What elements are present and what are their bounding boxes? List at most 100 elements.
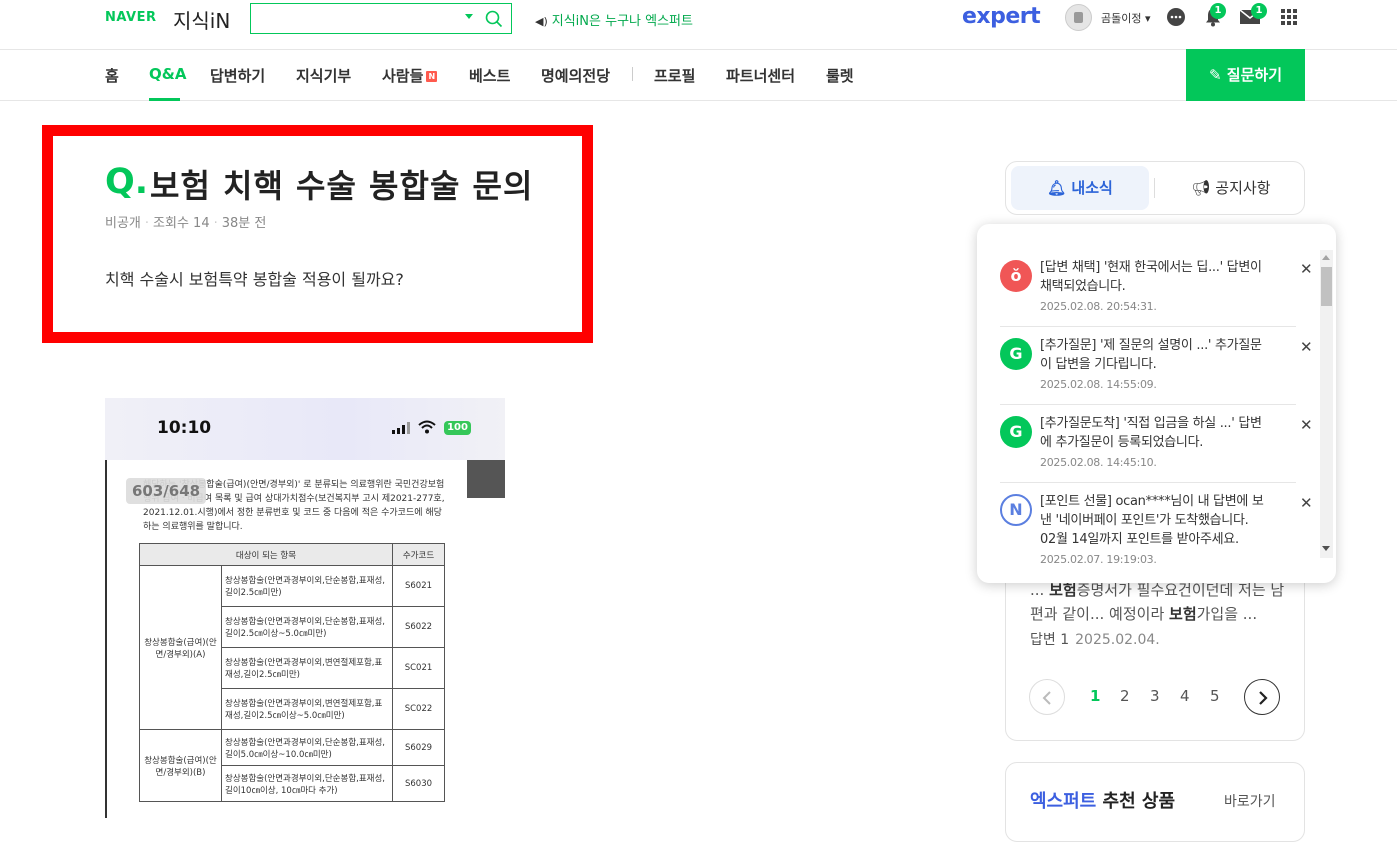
pager-page-1[interactable]: 1 [1090, 687, 1100, 705]
battery-indicator: 100 [444, 421, 471, 435]
nav-profile[interactable]: 프로필 [654, 65, 695, 86]
bell-icon: 🔔︎ [1047, 179, 1072, 197]
wifi-icon [418, 420, 436, 434]
table-group-label: 창상봉합술(급여)(안면/경부외)(A) [139, 565, 222, 730]
nav-active-indicator [149, 98, 180, 101]
table-code: SC021 [392, 647, 445, 689]
table-code: S6022 [392, 606, 445, 648]
additional-question-icon: G [1000, 416, 1032, 448]
related-question-snippet[interactable]: ... 보험증명서가 필수요건이던데 저는 남편과 같이... 예정이라 보험가… [1030, 578, 1285, 626]
nav-donation[interactable]: 지식기부 [296, 65, 351, 86]
chevron-right-icon [1259, 691, 1268, 705]
divider [1000, 326, 1296, 327]
expert-logo[interactable]: expert [962, 4, 1041, 29]
pager-page-2[interactable]: 2 [1120, 687, 1130, 705]
page-counter: 603/648 [126, 478, 207, 504]
notification-item[interactable]: G [추가질문도착] '직접 입금을 하실 ...' 답변에 추가질문이 등록되… [1000, 412, 1313, 490]
nav-divider [632, 67, 633, 81]
chat-icon[interactable] [1165, 6, 1187, 28]
megaphone-icon: 📢︎ [1191, 179, 1216, 197]
ask-question-button[interactable]: ✎ 질문하기 [1186, 49, 1305, 101]
notification-item[interactable]: G [추가질문] '제 질문의 설명이 ...' 추가질문이 답변을 기다립니다… [1000, 334, 1313, 412]
code-table: 대상이 되는 항목 수가코드 창상봉합술(급여)(안면/경부외)(A) 창상봉합… [139, 543, 445, 802]
nav-roulette[interactable]: 룰렛 [826, 65, 854, 86]
notification-time: 2025.02.07. 19:19:03. [1040, 553, 1157, 566]
nav-qna[interactable]: Q&A [149, 65, 186, 83]
adopt-icon: ŏ [1000, 260, 1032, 292]
kin-logo[interactable]: 지식iN [173, 5, 230, 34]
question-meta: 비공개 · 조회수 14 · 38분 전 [105, 216, 267, 231]
divider [1000, 482, 1296, 483]
naver-logo[interactable]: NAVER [105, 10, 157, 25]
image-gray-block [467, 460, 505, 498]
table-code: SC022 [392, 688, 445, 730]
visibility-label: 비공개 [105, 216, 141, 231]
question-highlight-box [42, 125, 593, 343]
table-header: 대상이 되는 항목 [139, 543, 393, 566]
table-row: 창상봉합술(급여)(안면/경부외)(A) 창상봉합술(안면과경부이외,단순봉합,… [139, 565, 445, 730]
username-menu[interactable]: 곰돌이정 ▾ [1101, 10, 1151, 26]
tab-divider [1154, 178, 1155, 198]
notification-count-badge: 1 [1210, 3, 1226, 19]
sidebar-tabs: 🔔︎ 내소식 📢︎ 공지사항 [1005, 161, 1305, 215]
top-bar: NAVER 지식iN ◀) 지식iN은 누구나 엑스퍼트 expert 곰돌이정 … [0, 0, 1397, 50]
table-header: 수가코드 [392, 543, 445, 566]
table-code: S6029 [392, 729, 445, 766]
naverpay-point-icon: N [1000, 494, 1032, 526]
nav-best[interactable]: 베스트 [469, 65, 510, 86]
expert-recommend-title: 엑스퍼트 추천 상품 [1030, 791, 1176, 812]
post-time: 38분 전 [221, 216, 267, 231]
avatar[interactable] [1065, 4, 1092, 31]
table-cell: 창상봉합술(안면과경부이외,단순봉합,표재성,길이10㎝이상, 10㎝마다 추가… [221, 765, 393, 802]
answer-date: 2025.02.04. [1075, 632, 1160, 648]
notification-text: [포인트 선물] ocan****님이 내 답변에 보낸 '네이버페이 포인트'… [1040, 494, 1264, 547]
close-icon[interactable]: ✕ [1300, 416, 1313, 434]
mail-count-badge: 1 [1251, 3, 1267, 19]
close-icon[interactable]: ✕ [1300, 494, 1313, 512]
popup-scrollbar-thumb[interactable] [1321, 267, 1332, 306]
scroll-up-icon[interactable] [1322, 255, 1330, 260]
notification-text: [추가질문] '제 질문의 설명이 ...' 추가질문이 답변을 기다립니다. [1040, 338, 1262, 372]
pager-page-5[interactable]: 5 [1210, 687, 1220, 705]
pager-prev-button[interactable] [1029, 679, 1065, 715]
notification-time: 2025.02.08. 20:54:31. [1040, 300, 1157, 313]
pager-page-4[interactable]: 4 [1180, 687, 1190, 705]
table-row: 창상봉합술(급여)(안면/경부외)(B) 창상봉합술(안면과경부이외,단순봉합,… [139, 729, 445, 802]
notification-time: 2025.02.08. 14:45:10. [1040, 456, 1157, 469]
phone-status-bar: 10:10 100 [105, 398, 505, 460]
notification-text: [답변 채택] '현재 한국에서는 딥...' 답변이 채택되었습니다. [1040, 260, 1262, 294]
table-code: S6030 [392, 765, 445, 802]
question-mark: Q. [105, 162, 149, 202]
tab-notice[interactable]: 📢︎ 공지사항 [1166, 166, 1296, 210]
apps-grid-icon[interactable] [1278, 6, 1300, 28]
nav-home[interactable]: 홈 [105, 65, 119, 86]
search-input[interactable] [250, 3, 512, 34]
question-title: 보험 치핵 수술 봉합술 문의 [150, 167, 534, 205]
notification-item[interactable]: ŏ [답변 채택] '현재 한국에서는 딥...' 답변이 채택되었습니다. 2… [1000, 256, 1313, 334]
notification-text: [추가질문도착] '직접 입금을 하실 ...' 답변에 추가질문이 등록되었습… [1040, 416, 1262, 450]
nav-people[interactable]: 사람들 N [382, 65, 438, 86]
new-badge: N [426, 71, 438, 82]
nav-partner-center[interactable]: 파트너센터 [726, 65, 795, 86]
image-left-rule [105, 460, 107, 818]
pager-page-3[interactable]: 3 [1150, 687, 1160, 705]
close-icon[interactable]: ✕ [1300, 260, 1313, 278]
phone-time: 10:10 [157, 418, 212, 438]
pager-next-button[interactable] [1244, 679, 1280, 715]
notification-popup: ŏ [답변 채택] '현재 한국에서는 딥...' 답변이 채택되었습니다. 2… [977, 224, 1336, 583]
table-group-label: 창상봉합술(급여)(안면/경부외)(B) [139, 729, 222, 802]
slogan-link[interactable]: ◀) 지식iN은 누구나 엑스퍼트 [535, 10, 693, 29]
expert-more-link[interactable]: 바로가기 [1224, 791, 1276, 811]
notification-item[interactable]: N [포인트 선물] ocan****님이 내 답변에 보낸 '네이버페이 포인… [1000, 490, 1313, 568]
nav-hall-of-fame[interactable]: 명예의전당 [541, 65, 610, 86]
search-dropdown-icon[interactable] [465, 14, 473, 19]
nav-answer[interactable]: 답변하기 [210, 65, 265, 86]
table-cell: 창상봉합술(안면과경부이외,변연절제포함,표재성,길이2.5㎝미만) [221, 647, 393, 689]
search-icon[interactable] [485, 10, 503, 28]
scroll-down-icon[interactable] [1322, 546, 1330, 551]
pencil-icon: ✎ [1209, 66, 1227, 84]
tab-my-news[interactable]: 🔔︎ 내소식 [1011, 166, 1149, 210]
close-icon[interactable]: ✕ [1300, 338, 1313, 356]
attached-image[interactable]: 10:10 100 해당하는 '창상봉합술(급여)(안면/경부외)' 로 분류되… [105, 398, 505, 818]
table-cell: 창상봉합술(안면과경부이외,단순봉합,표재성,길이5.0㎝이상~10.0㎝미만) [221, 729, 393, 766]
